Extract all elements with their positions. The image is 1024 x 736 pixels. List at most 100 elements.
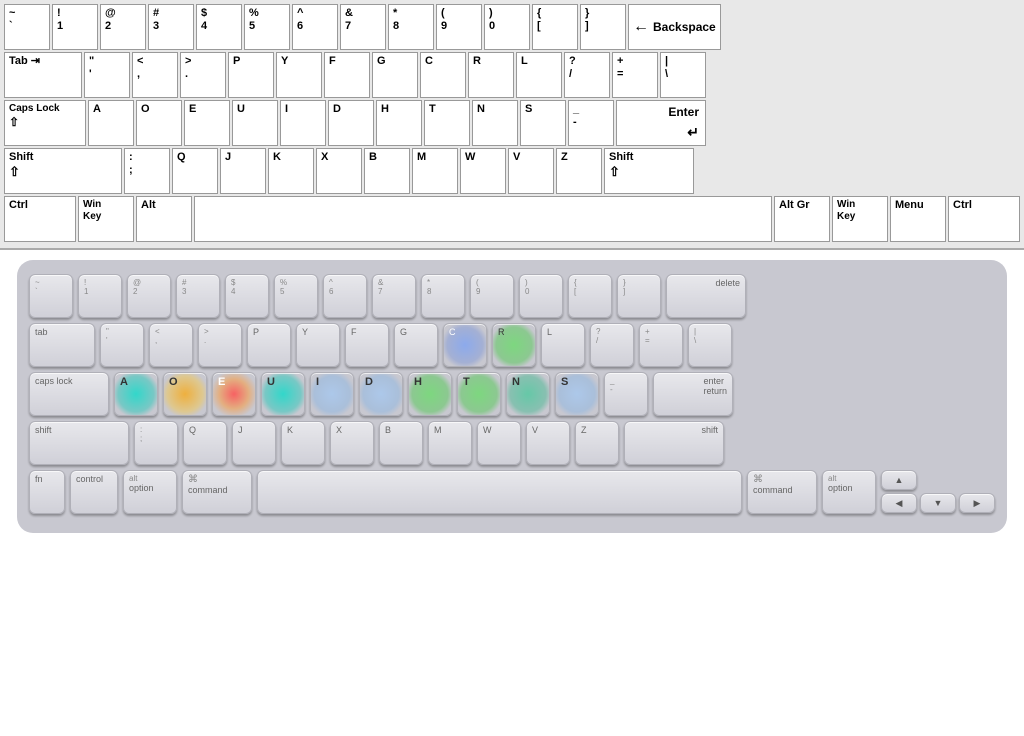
mac-key-arrow-left[interactable]: ◀ bbox=[881, 493, 917, 513]
key-v[interactable]: V bbox=[508, 148, 554, 194]
mac-key-r[interactable]: R bbox=[492, 323, 536, 367]
key-shift-left[interactable]: Shift ⇧ bbox=[4, 148, 122, 194]
key-a[interactable]: A bbox=[88, 100, 134, 146]
key-t[interactable]: T bbox=[424, 100, 470, 146]
key-minus[interactable]: _- bbox=[568, 100, 614, 146]
key-0[interactable]: )0 bbox=[484, 4, 530, 50]
mac-key-colon[interactable]: :; bbox=[134, 421, 178, 465]
key-altgr[interactable]: Alt Gr bbox=[774, 196, 830, 242]
mac-key-e[interactable]: E bbox=[212, 372, 256, 416]
key-7[interactable]: &7 bbox=[340, 4, 386, 50]
key-equals[interactable]: += bbox=[612, 52, 658, 98]
mac-key-return[interactable]: enterreturn bbox=[653, 372, 733, 416]
mac-key-underscore[interactable]: _- bbox=[604, 372, 648, 416]
key-backslash[interactable]: |\ bbox=[660, 52, 706, 98]
mac-key-4[interactable]: $4 bbox=[225, 274, 269, 318]
key-space[interactable] bbox=[194, 196, 772, 242]
mac-key-d[interactable]: D bbox=[359, 372, 403, 416]
mac-key-fn[interactable]: fn bbox=[29, 470, 65, 514]
mac-key-f[interactable]: F bbox=[345, 323, 389, 367]
mac-key-quote[interactable]: "' bbox=[100, 323, 144, 367]
key-backspace[interactable]: ← Backspace bbox=[628, 4, 721, 50]
mac-key-m[interactable]: M bbox=[428, 421, 472, 465]
key-u[interactable]: U bbox=[232, 100, 278, 146]
key-i[interactable]: I bbox=[280, 100, 326, 146]
mac-key-tilde[interactable]: ~` bbox=[29, 274, 73, 318]
key-k[interactable]: K bbox=[268, 148, 314, 194]
mac-key-0[interactable]: )0 bbox=[519, 274, 563, 318]
mac-key-arrow-up[interactable]: ▲ bbox=[881, 470, 917, 490]
key-d[interactable]: D bbox=[328, 100, 374, 146]
key-alt-left[interactable]: Alt bbox=[136, 196, 192, 242]
key-semicolon[interactable]: :; bbox=[124, 148, 170, 194]
mac-key-q[interactable]: Q bbox=[183, 421, 227, 465]
mac-key-b[interactable]: B bbox=[379, 421, 423, 465]
mac-key-p[interactable]: P bbox=[247, 323, 291, 367]
key-f[interactable]: F bbox=[324, 52, 370, 98]
key-m[interactable]: M bbox=[412, 148, 458, 194]
key-q[interactable]: Q bbox=[172, 148, 218, 194]
key-9[interactable]: (9 bbox=[436, 4, 482, 50]
key-l[interactable]: L bbox=[516, 52, 562, 98]
mac-key-k[interactable]: K bbox=[281, 421, 325, 465]
mac-key-delete[interactable]: delete bbox=[666, 274, 746, 318]
mac-key-shift-right[interactable]: shift bbox=[624, 421, 724, 465]
mac-key-arrow-right[interactable]: ▶ bbox=[959, 493, 995, 513]
key-ctrl-right[interactable]: Ctrl bbox=[948, 196, 1020, 242]
key-win-left[interactable]: WinKey bbox=[78, 196, 134, 242]
mac-key-option-left[interactable]: altoption bbox=[123, 470, 177, 514]
mac-key-l[interactable]: L bbox=[541, 323, 585, 367]
mac-key-i[interactable]: I bbox=[310, 372, 354, 416]
key-p[interactable]: P bbox=[228, 52, 274, 98]
key-r[interactable]: R bbox=[468, 52, 514, 98]
key-quote[interactable]: "' bbox=[84, 52, 130, 98]
key-enter[interactable]: Enter ↵ bbox=[616, 100, 706, 146]
mac-key-s[interactable]: S bbox=[555, 372, 599, 416]
mac-key-question[interactable]: ?/ bbox=[590, 323, 634, 367]
mac-key-2[interactable]: @2 bbox=[127, 274, 171, 318]
key-o[interactable]: O bbox=[136, 100, 182, 146]
key-6[interactable]: ^6 bbox=[292, 4, 338, 50]
mac-key-option-right[interactable]: altoption bbox=[822, 470, 876, 514]
key-1[interactable]: !1 bbox=[52, 4, 98, 50]
mac-key-v[interactable]: V bbox=[526, 421, 570, 465]
key-3[interactable]: #3 bbox=[148, 4, 194, 50]
key-tilde[interactable]: ~` bbox=[4, 4, 50, 50]
key-slash[interactable]: ?/ bbox=[564, 52, 610, 98]
mac-key-w[interactable]: W bbox=[477, 421, 521, 465]
key-x[interactable]: X bbox=[316, 148, 362, 194]
mac-key-n[interactable]: N bbox=[506, 372, 550, 416]
key-win-right[interactable]: WinKey bbox=[832, 196, 888, 242]
key-shift-right[interactable]: Shift ⇧ bbox=[604, 148, 694, 194]
mac-key-9[interactable]: (9 bbox=[470, 274, 514, 318]
mac-key-tab[interactable]: tab bbox=[29, 323, 95, 367]
key-2[interactable]: @2 bbox=[100, 4, 146, 50]
mac-key-3[interactable]: #3 bbox=[176, 274, 220, 318]
key-comma[interactable]: <, bbox=[132, 52, 178, 98]
mac-key-arrow-down[interactable]: ▼ bbox=[920, 493, 956, 513]
mac-key-c[interactable]: C bbox=[443, 323, 487, 367]
key-n[interactable]: N bbox=[472, 100, 518, 146]
mac-key-brace-l[interactable]: {[ bbox=[568, 274, 612, 318]
mac-key-y[interactable]: Y bbox=[296, 323, 340, 367]
mac-key-a[interactable]: A bbox=[114, 372, 158, 416]
key-4[interactable]: $4 bbox=[196, 4, 242, 50]
mac-key-brace-r[interactable]: }] bbox=[617, 274, 661, 318]
key-y[interactable]: Y bbox=[276, 52, 322, 98]
key-period[interactable]: >. bbox=[180, 52, 226, 98]
mac-key-8[interactable]: *8 bbox=[421, 274, 465, 318]
mac-key-z[interactable]: Z bbox=[575, 421, 619, 465]
mac-key-pipe[interactable]: |\ bbox=[688, 323, 732, 367]
key-capslock[interactable]: Caps Lock ⇧ bbox=[4, 100, 86, 146]
key-e[interactable]: E bbox=[184, 100, 230, 146]
mac-key-7[interactable]: &7 bbox=[372, 274, 416, 318]
mac-key-t[interactable]: T bbox=[457, 372, 501, 416]
key-w[interactable]: W bbox=[460, 148, 506, 194]
mac-key-g[interactable]: G bbox=[394, 323, 438, 367]
key-h[interactable]: H bbox=[376, 100, 422, 146]
key-c[interactable]: C bbox=[420, 52, 466, 98]
key-z[interactable]: Z bbox=[556, 148, 602, 194]
mac-key-ctrl[interactable]: control bbox=[70, 470, 118, 514]
mac-key-space[interactable] bbox=[257, 470, 742, 514]
mac-key-j[interactable]: J bbox=[232, 421, 276, 465]
